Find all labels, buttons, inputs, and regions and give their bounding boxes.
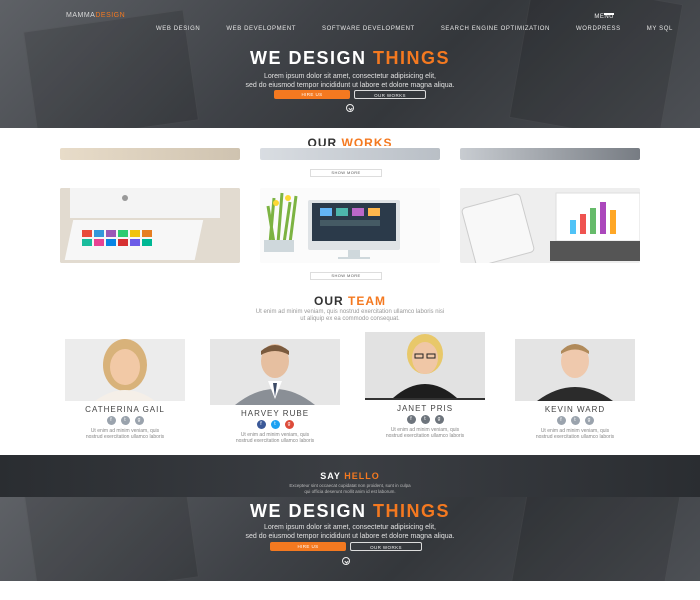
work-thumb-2[interactable] [260, 148, 440, 160]
nav-item-wordpress[interactable]: WORDPRESS [576, 26, 621, 32]
member-photo [515, 339, 635, 401]
hello-title: SAY HELLO [320, 471, 380, 481]
social-links: f t g [210, 420, 340, 429]
member-name: CATHERINA GAIL [85, 405, 165, 414]
member-desc: Ut enim ad minim veniam, quis nostrud exe… [235, 432, 315, 444]
nav-item-software-development[interactable]: SOFTWARE DEVELOPMENT [322, 26, 415, 32]
social-links: f t g [365, 415, 485, 424]
member-photo [65, 339, 185, 401]
member-desc: Ut enim ad minim veniam, quis nostrud exe… [85, 428, 165, 440]
nav-item-web-development[interactable]: WEB DEVELOPMENT [226, 26, 296, 32]
nav-item-web-design[interactable]: WEB DESIGN [156, 26, 200, 32]
imac-photo [60, 188, 240, 263]
team-subtitle: Ut enim ad minim veniam, quis nostrud ex… [255, 309, 445, 322]
our-works-button-repeat[interactable]: OUR WORKS [350, 542, 422, 551]
devices-photo [460, 188, 640, 263]
nav-item-mysql[interactable]: MY SQL [647, 26, 673, 32]
scroll-down-icon[interactable] [346, 104, 354, 112]
social-links: f t g [65, 416, 185, 425]
nav-item-seo[interactable]: SEARCH ENGINE OPTIMIZATION [441, 26, 550, 32]
show-more-button-2[interactable]: SHOW MORE [310, 272, 382, 280]
our-works-button[interactable]: OUR WORKS [354, 90, 426, 99]
google-plus-icon[interactable]: g [434, 415, 444, 424]
member-photo [210, 339, 340, 405]
logo[interactable]: MAMMADESIGN [66, 12, 125, 19]
member-desc: Ut enim ad minim veniam, quis nostrud exe… [535, 428, 615, 440]
work-thumb-6[interactable] [460, 188, 640, 263]
member-name: KEVIN WARD [544, 405, 606, 414]
member-desc: Ut enim ad minim veniam, quis nostrud exe… [385, 427, 465, 439]
work-thumb-3[interactable] [460, 148, 640, 160]
member-name: HARVEY RUBE [240, 409, 310, 418]
hero-title: WE DESIGN THINGS [249, 48, 451, 68]
hero-subtitle: Lorem ipsum dolor sit amet, consectetur … [245, 73, 455, 89]
works-title: OUR WORKS [307, 136, 393, 146]
work-thumb-5[interactable] [260, 188, 440, 263]
hero-subtitle-repeat: Lorem ipsum dolor sit amet, consectetur … [245, 524, 455, 540]
scroll-down-icon-repeat[interactable] [342, 557, 350, 565]
hire-us-button[interactable]: HIRE US [274, 90, 350, 99]
work-thumb-1[interactable] [60, 148, 240, 160]
hire-us-button-repeat[interactable]: HIRE US [270, 542, 346, 551]
twitter-icon[interactable]: t [570, 416, 580, 425]
social-links: f t g [515, 416, 635, 425]
member-photo [365, 332, 485, 400]
main-nav: WEB DESIGN WEB DEVELOPMENT SOFTWARE DEVE… [156, 26, 699, 32]
member-name: JANET PRIS [396, 404, 454, 413]
facebook-icon[interactable]: f [256, 420, 266, 429]
facebook-icon[interactable]: f [556, 416, 566, 425]
hamburger-icon[interactable] [604, 13, 614, 15]
team-member: KEVIN WARD f t g Ut enim ad minim veniam… [515, 339, 635, 440]
google-plus-icon[interactable]: g [584, 416, 594, 425]
team-title: OUR TEAM [313, 294, 386, 308]
team-member-active: JANET PRIS f t g Ut enim ad minim veniam… [365, 332, 485, 439]
plant-monitor-photo [260, 188, 440, 263]
twitter-icon[interactable]: t [420, 415, 430, 424]
hero-title-repeat: WE DESIGN THINGS [249, 501, 451, 521]
show-more-button[interactable]: SHOW MORE [310, 169, 382, 177]
facebook-icon[interactable]: f [106, 416, 116, 425]
facebook-icon[interactable]: f [406, 415, 416, 424]
hello-text: Excepteur sint occaecat cupidatat non pr… [289, 483, 411, 494]
twitter-icon[interactable]: t [120, 416, 130, 425]
google-plus-icon[interactable]: g [134, 416, 144, 425]
team-member: HARVEY RUBE f t g Ut enim ad minim venia… [210, 339, 340, 444]
work-thumb-4[interactable] [60, 188, 240, 263]
twitter-icon[interactable]: t [270, 420, 280, 429]
team-member: CATHERINA GAIL f t g Ut enim ad minim ve… [65, 339, 185, 440]
google-plus-icon[interactable]: g [284, 420, 294, 429]
